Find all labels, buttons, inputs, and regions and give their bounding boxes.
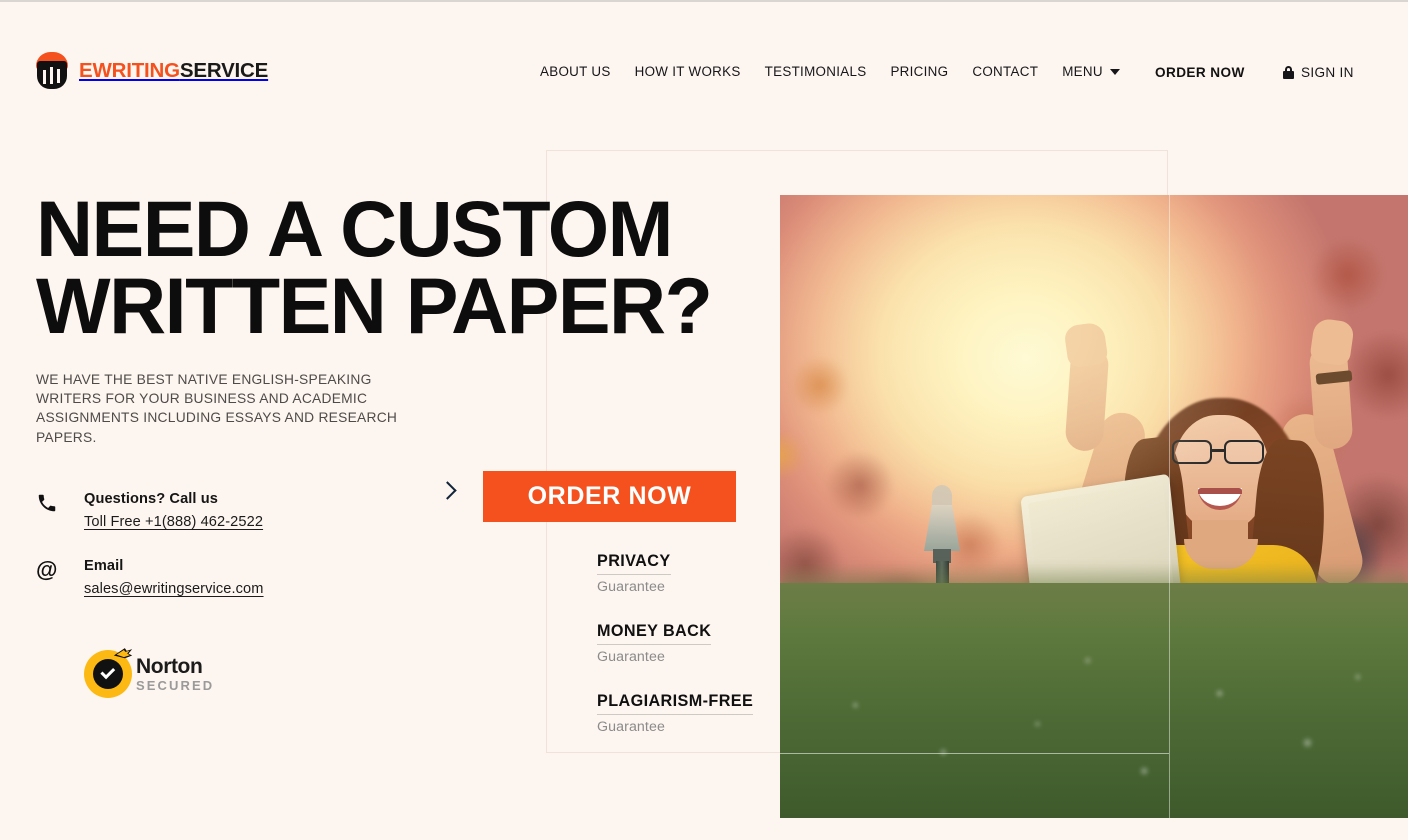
- contact-phone-value[interactable]: Toll Free +1(888) 462-2522: [84, 514, 263, 530]
- contact-phone-title: Questions? Call us: [84, 491, 218, 507]
- order-now-button[interactable]: ORDER NOW: [483, 471, 736, 522]
- guarantee-subtitle: Guarantee: [597, 579, 665, 595]
- nav-item-about-us[interactable]: ABOUT US: [540, 64, 611, 79]
- contact-phone-row: Questions? Call us Toll Free +1(888) 462…: [36, 490, 376, 531]
- hero-image: [780, 195, 1408, 818]
- hero-guide-vertical: [1169, 195, 1170, 818]
- main-navigation: ABOUT US HOW IT WORKS TESTIMONIALS PRICI…: [540, 64, 1120, 79]
- norton-checkmark-icon: [84, 648, 133, 698]
- guarantee-item-money-back: MONEY BACK Guarantee: [597, 622, 767, 665]
- nav-item-contact[interactable]: CONTACT: [972, 64, 1038, 79]
- brand-name-part1: EWRITING: [79, 58, 180, 82]
- brand-wordmark: EWRITINGSERVICE: [79, 58, 269, 82]
- norton-subtitle: SECURED: [136, 678, 215, 693]
- norton-flag-icon: [113, 648, 133, 659]
- guarantee-title: MONEY BACK: [597, 622, 712, 645]
- guarantee-item-privacy: PRIVACY Guarantee: [597, 552, 767, 595]
- guarantee-subtitle: Guarantee: [597, 719, 665, 735]
- headline-line-1: NEED A CUSTOM: [36, 184, 673, 273]
- guarantee-item-plagiarism-free: PLAGIARISM-FREE Guarantee: [597, 692, 767, 735]
- guarantee-list: PRIVACY Guarantee MONEY BACK Guarantee P…: [597, 552, 767, 762]
- chevron-down-icon: [1109, 68, 1120, 75]
- nav-item-menu-dropdown[interactable]: MENU: [1062, 64, 1120, 79]
- contact-email-title: Email: [84, 558, 124, 574]
- nav-menu-label: MENU: [1062, 64, 1103, 79]
- landing-page: EWRITINGSERVICE ABOUT US HOW IT WORKS TE…: [0, 0, 1408, 840]
- norton-title: Norton: [136, 655, 203, 678]
- site-header: EWRITINGSERVICE ABOUT US HOW IT WORKS TE…: [0, 2, 1408, 130]
- phone-icon: [36, 492, 64, 516]
- hero-grass: [780, 583, 1408, 818]
- sign-in-label: SIGN IN: [1301, 65, 1354, 80]
- contact-email-row: @ Email sales@ewritingservice.com: [36, 557, 376, 598]
- norton-secured-badge: Norton SECURED: [84, 648, 215, 698]
- cup-swoosh-logo-icon: [34, 52, 70, 90]
- page-title: NEED A CUSTOM WRITTEN PAPER?: [36, 189, 796, 351]
- sign-in-link[interactable]: SIGN IN: [1283, 65, 1354, 80]
- person-glasses: [1172, 440, 1272, 464]
- guarantee-title: PLAGIARISM-FREE: [597, 692, 754, 715]
- chevron-right-icon: [438, 481, 457, 500]
- nav-item-pricing[interactable]: PRICING: [890, 64, 948, 79]
- brand-logo[interactable]: EWRITINGSERVICE: [34, 52, 268, 90]
- nav-item-testimonials[interactable]: TESTIMONIALS: [765, 64, 867, 79]
- nav-item-how-it-works[interactable]: HOW IT WORKS: [635, 64, 741, 79]
- brand-name-part2: SERVICE: [179, 58, 269, 82]
- hero-subcopy: WE HAVE THE BEST NATIVE ENGLISH-SPEAKING…: [36, 372, 398, 445]
- guarantee-subtitle: Guarantee: [597, 649, 665, 665]
- guarantee-title: PRIVACY: [597, 552, 671, 575]
- contact-block: Questions? Call us Toll Free +1(888) 462…: [36, 490, 376, 624]
- header-order-now-link[interactable]: ORDER NOW: [1155, 65, 1245, 80]
- headline-line-2: WRITTEN PAPER?: [36, 261, 713, 351]
- at-sign-icon: @: [36, 557, 58, 582]
- hero-guide-horizontal: [780, 753, 1169, 754]
- lock-icon: [1283, 66, 1294, 79]
- contact-email-value[interactable]: sales@ewritingservice.com: [84, 581, 264, 597]
